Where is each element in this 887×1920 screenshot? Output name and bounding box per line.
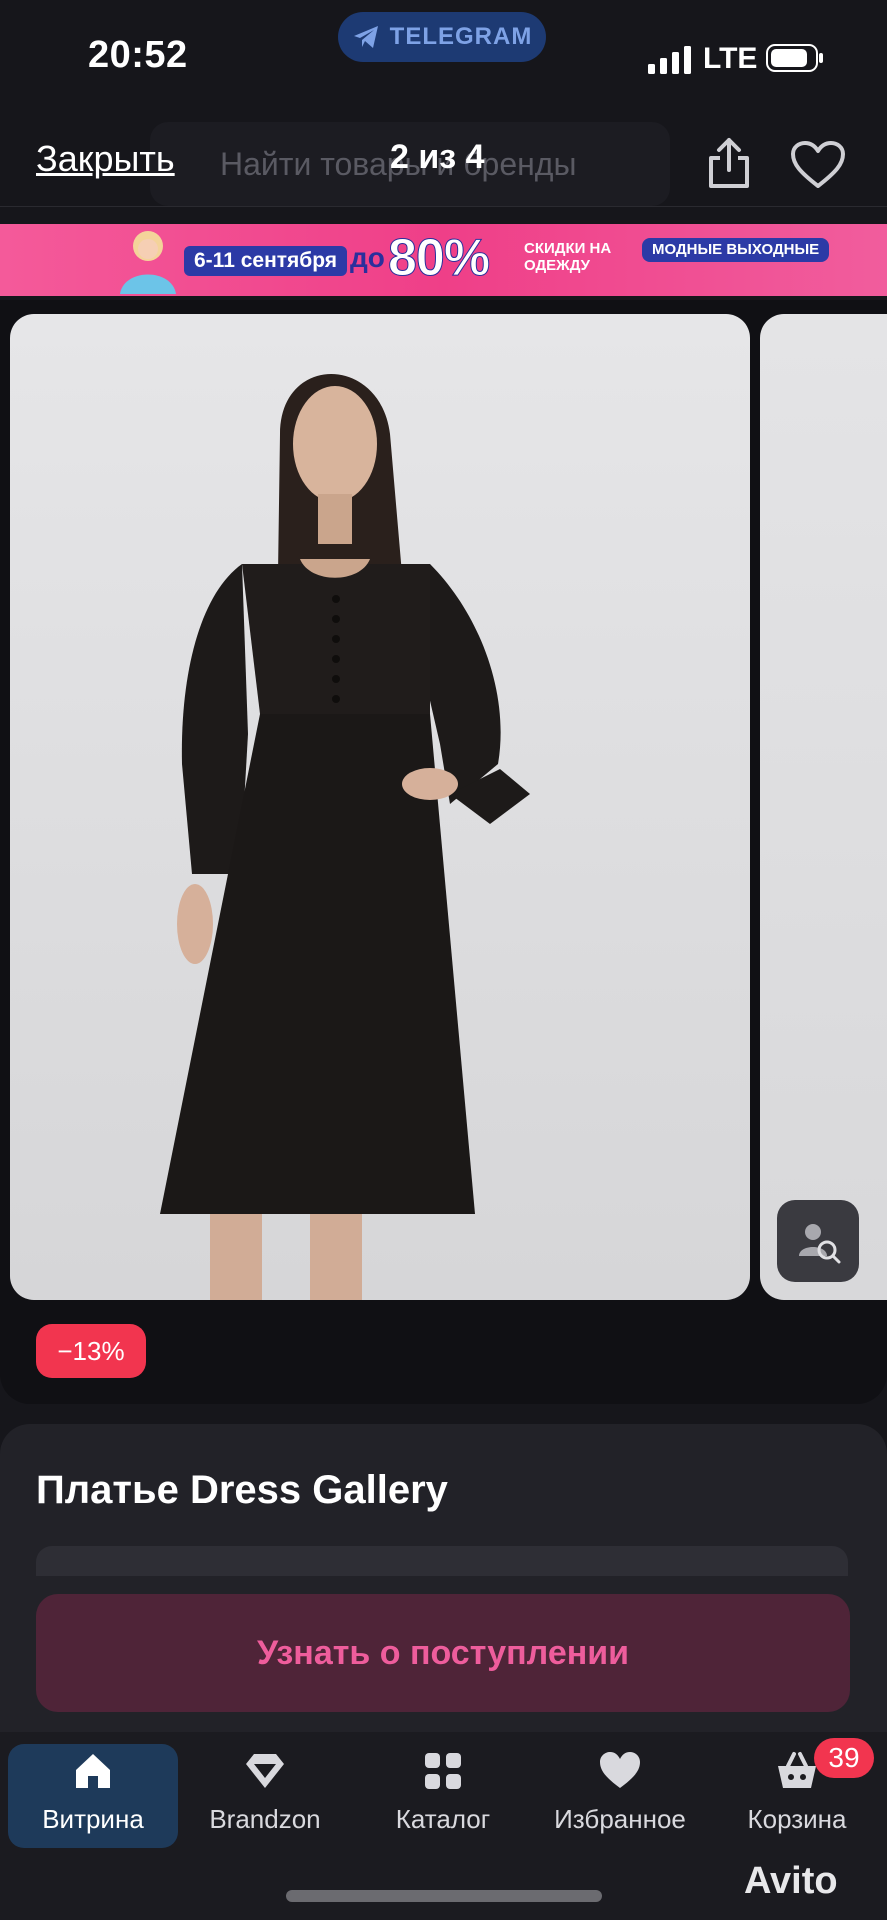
grid-icon [425, 1753, 461, 1789]
signal-icon [648, 46, 691, 74]
nav-item-showcase[interactable]: Витрина [8, 1744, 178, 1848]
nav-label: Избранное [554, 1804, 686, 1834]
avito-watermark: Avito [744, 1860, 838, 1902]
next-photo-preview[interactable] [760, 314, 887, 1300]
nav-item-catalog[interactable]: Каталог [358, 1744, 528, 1844]
promo-percent: 80% [387, 229, 490, 288]
promo-banner[interactable]: 6-11 сентября до 80% СКИДКИ НА ОДЕЖДУ МО… [0, 224, 887, 296]
product-photo[interactable] [10, 314, 750, 1300]
telegram-label: TELEGRAM [389, 23, 533, 50]
promo-upto: до [350, 242, 385, 273]
diamond-icon [246, 1754, 284, 1788]
telegram-icon [353, 26, 378, 48]
visual-search-button[interactable] [777, 1200, 859, 1282]
home-indicator[interactable] [286, 1890, 602, 1902]
network-type: LTE [703, 42, 758, 75]
basket-icon [778, 1752, 816, 1788]
cart-count-badge: 39 [814, 1738, 874, 1778]
share-icon[interactable] [706, 136, 752, 190]
loading-placeholder [36, 1546, 848, 1576]
visual-search-icon [799, 1224, 841, 1264]
product-title: Платье Dress Gallery [36, 1468, 448, 1512]
nav-label: Витрина [42, 1804, 144, 1834]
nav-item-favorites[interactable]: Избранное [535, 1744, 705, 1844]
promo-discount-text: СКИДКИ НА ОДЕЖДУ [524, 240, 612, 274]
nav-label: Каталог [395, 1804, 491, 1834]
nav-label: Корзина [747, 1804, 847, 1834]
close-link[interactable]: Закрыть [36, 138, 175, 180]
notify-availability-button[interactable]: Узнать о поступлении [36, 1594, 850, 1712]
divider [0, 206, 887, 207]
dress-model-illustration [160, 374, 530, 1300]
heart-icon [600, 1752, 640, 1788]
telegram-return-pill[interactable]: TELEGRAM [338, 12, 546, 62]
battery-icon [766, 44, 823, 72]
nav-item-brandzon[interactable]: Brandzon [180, 1744, 350, 1844]
favorite-heart-icon[interactable] [790, 140, 846, 190]
home-icon [76, 1754, 110, 1788]
discount-badge: −13% [36, 1324, 146, 1378]
image-counter: 2 из 4 [390, 138, 485, 176]
promo-fashion-label: МОДНЫЕ ВЫХОДНЫЕ [642, 238, 830, 262]
status-time: 20:52 [88, 34, 188, 76]
nav-label: Brandzon [209, 1804, 321, 1834]
promo-model-image [120, 231, 176, 294]
promo-dates: 6-11 сентября [184, 246, 348, 276]
